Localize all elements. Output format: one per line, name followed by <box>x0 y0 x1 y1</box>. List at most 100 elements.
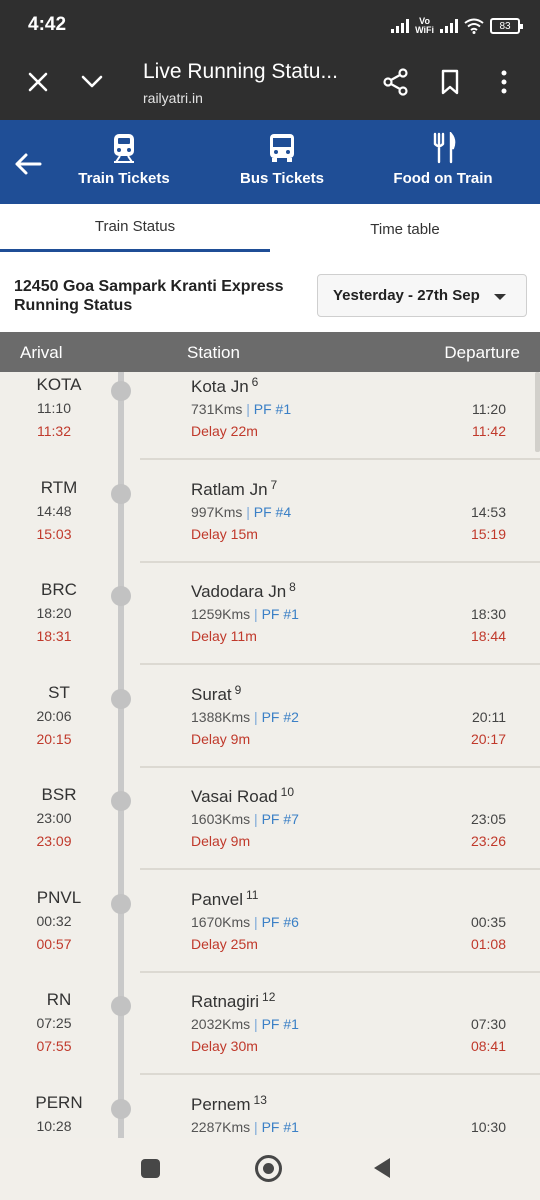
actual-departure: 08:41 <box>470 1038 506 1054</box>
train-tickets-button[interactable]: Train Tickets <box>70 132 178 187</box>
platform-number[interactable]: PF #1 <box>254 401 291 417</box>
station-sequence: 10 <box>280 785 294 799</box>
separator: | <box>250 1118 262 1135</box>
separator: | <box>250 811 262 827</box>
train-tickets-label: Train Tickets <box>78 170 170 187</box>
scheduled-departure: 07:30 <box>470 1016 506 1032</box>
page-url: railyatri.in <box>143 90 203 106</box>
dropdown-caret-icon <box>494 294 506 300</box>
station-code: KOTA <box>36 375 82 394</box>
scheduled-departure: 14:53 <box>470 503 506 520</box>
row-divider <box>140 868 540 870</box>
station-code: BSR <box>41 785 77 804</box>
station-name-wrap: Kota Jn 6 <box>191 375 258 397</box>
station-sequence: 7 <box>270 477 278 492</box>
station-name: Surat <box>191 684 232 704</box>
station-code: BRC <box>41 580 77 599</box>
tab-time-table[interactable]: Time table <box>270 221 540 238</box>
table-header: Arival Station Departure <box>0 332 540 372</box>
station-dot-icon <box>111 483 131 504</box>
platform-number[interactable]: PF #1 <box>262 1119 299 1135</box>
station-row[interactable]: BSR 23:00 23:09 Vasai Road 10 1603Kms | PF #7… <box>0 782 540 884</box>
station-name: Ratlam Jn <box>191 479 268 499</box>
station-distance: 1670Kms <box>191 913 251 930</box>
separator: | <box>250 606 262 622</box>
delay-text: Delay 22m <box>191 423 258 439</box>
home-button[interactable] <box>255 1155 282 1182</box>
tab-train-status[interactable]: Train Status <box>0 218 270 235</box>
station-code: PNVL <box>36 887 82 907</box>
station-distance-platform: 997Kms | PF #4 <box>191 504 291 520</box>
station-list[interactable]: KOTA 11:10 11:32 Kota Jn 6 731Kms | PF #1 Dela… <box>0 372 540 1138</box>
delay-text: Delay 30m <box>191 1038 258 1054</box>
scheduled-arrival: 18:20 <box>36 605 72 621</box>
actual-arrival: 00:57 <box>36 935 72 952</box>
battery-level: 83 <box>499 20 511 32</box>
station-dot-icon <box>111 688 131 709</box>
actual-arrival: 23:09 <box>36 833 72 849</box>
station-distance: 2032Kms <box>191 1016 251 1032</box>
share-icon[interactable] <box>380 66 412 98</box>
station-name-wrap: Pernem 13 <box>191 1093 267 1115</box>
signal-icon <box>391 19 410 33</box>
scheduled-departure: 18:30 <box>470 606 506 622</box>
platform-number[interactable]: PF #1 <box>262 606 299 622</box>
delay-text: Delay 11m <box>191 628 257 644</box>
browser-toolbar: Live Running Statu... railyatri.in <box>0 52 540 120</box>
bus-tickets-label: Bus Tickets <box>240 170 324 187</box>
fork-knife-icon <box>433 132 456 164</box>
scheduled-departure: 10:30 <box>470 1118 506 1135</box>
row-divider <box>140 663 540 665</box>
station-row[interactable]: ST 20:06 20:15 Surat 9 1388Kms | PF #2 Delay 9… <box>0 680 540 782</box>
scheduled-arrival: 07:25 <box>36 1015 72 1031</box>
actual-departure: 20:17 <box>470 730 506 747</box>
date-select[interactable]: Yesterday - 27th Sep <box>317 274 527 317</box>
station-sequence: 6 <box>251 375 259 389</box>
scheduled-arrival: 10:28 <box>36 1117 72 1134</box>
actual-departure: 23:26 <box>470 833 506 849</box>
platform-number[interactable]: PF #6 <box>262 914 299 930</box>
delay-text: Delay 15m <box>191 525 258 542</box>
station-dot-icon <box>111 996 131 1016</box>
station-row[interactable]: PERN 10:28 Pernem 13 2287Kms | PF #1 10:30 <box>0 1090 540 1139</box>
close-icon[interactable] <box>22 66 54 98</box>
platform-number[interactable]: PF #1 <box>262 1016 299 1032</box>
back-button[interactable] <box>374 1158 390 1178</box>
station-name-wrap: Panvel 11 <box>191 888 258 910</box>
scheduled-arrival: 23:00 <box>36 810 72 826</box>
back-arrow-icon[interactable] <box>10 146 46 182</box>
train-icon <box>114 134 134 163</box>
station-row[interactable]: KOTA 11:10 11:32 Kota Jn 6 731Kms | PF #1 Dela… <box>0 372 540 474</box>
actual-departure: 11:42 <box>472 423 506 439</box>
station-row[interactable]: BRC 18:20 18:31 Vadodara Jn 8 1259Kms | PF #1… <box>0 577 540 679</box>
date-select-value: Yesterday - 27th Sep <box>333 287 480 304</box>
actual-arrival: 07:55 <box>36 1038 72 1054</box>
station-row[interactable]: PNVL 00:32 00:57 Panvel 11 1670Kms | PF #6 Del… <box>0 885 540 987</box>
station-name-wrap: Ratlam Jn 7 <box>191 478 277 500</box>
station-distance: 997Kms <box>191 503 243 520</box>
train-title: 12450 Goa Sampark Kranti Express Running… <box>14 278 284 314</box>
more-vert-icon[interactable] <box>488 66 520 98</box>
system-nav-bar <box>0 1138 540 1200</box>
scheduled-arrival: 20:06 <box>36 707 72 724</box>
separator: | <box>242 503 254 520</box>
row-divider <box>140 458 540 460</box>
station-row[interactable]: RTM 14:48 15:03 Ratlam Jn 7 997Kms | PF #4 Del… <box>0 475 540 577</box>
bookmark-icon[interactable] <box>434 66 466 98</box>
scheduled-arrival: 11:10 <box>37 400 71 416</box>
actual-arrival: 20:15 <box>36 730 72 747</box>
station-name: Vasai Road <box>191 787 278 806</box>
scheduled-arrival: 00:32 <box>36 912 72 929</box>
station-distance-platform: 2287Kms | PF #1 <box>191 1119 299 1135</box>
platform-number[interactable]: PF #4 <box>254 504 291 520</box>
chevron-down-icon[interactable] <box>76 66 108 98</box>
station-distance: 1259Kms <box>191 606 251 622</box>
food-on-train-button[interactable]: Food on Train <box>384 132 502 187</box>
recents-button[interactable] <box>141 1159 160 1178</box>
scheduled-arrival: 14:48 <box>36 502 72 519</box>
station-row[interactable]: RN 07:25 07:55 Ratnagiri 12 2032Kms | PF #1 De… <box>0 987 540 1089</box>
bus-tickets-button[interactable]: Bus Tickets <box>228 132 336 187</box>
platform-number[interactable]: PF #7 <box>262 811 299 827</box>
scheduled-departure: 11:20 <box>472 401 506 417</box>
platform-number[interactable]: PF #2 <box>262 709 299 725</box>
